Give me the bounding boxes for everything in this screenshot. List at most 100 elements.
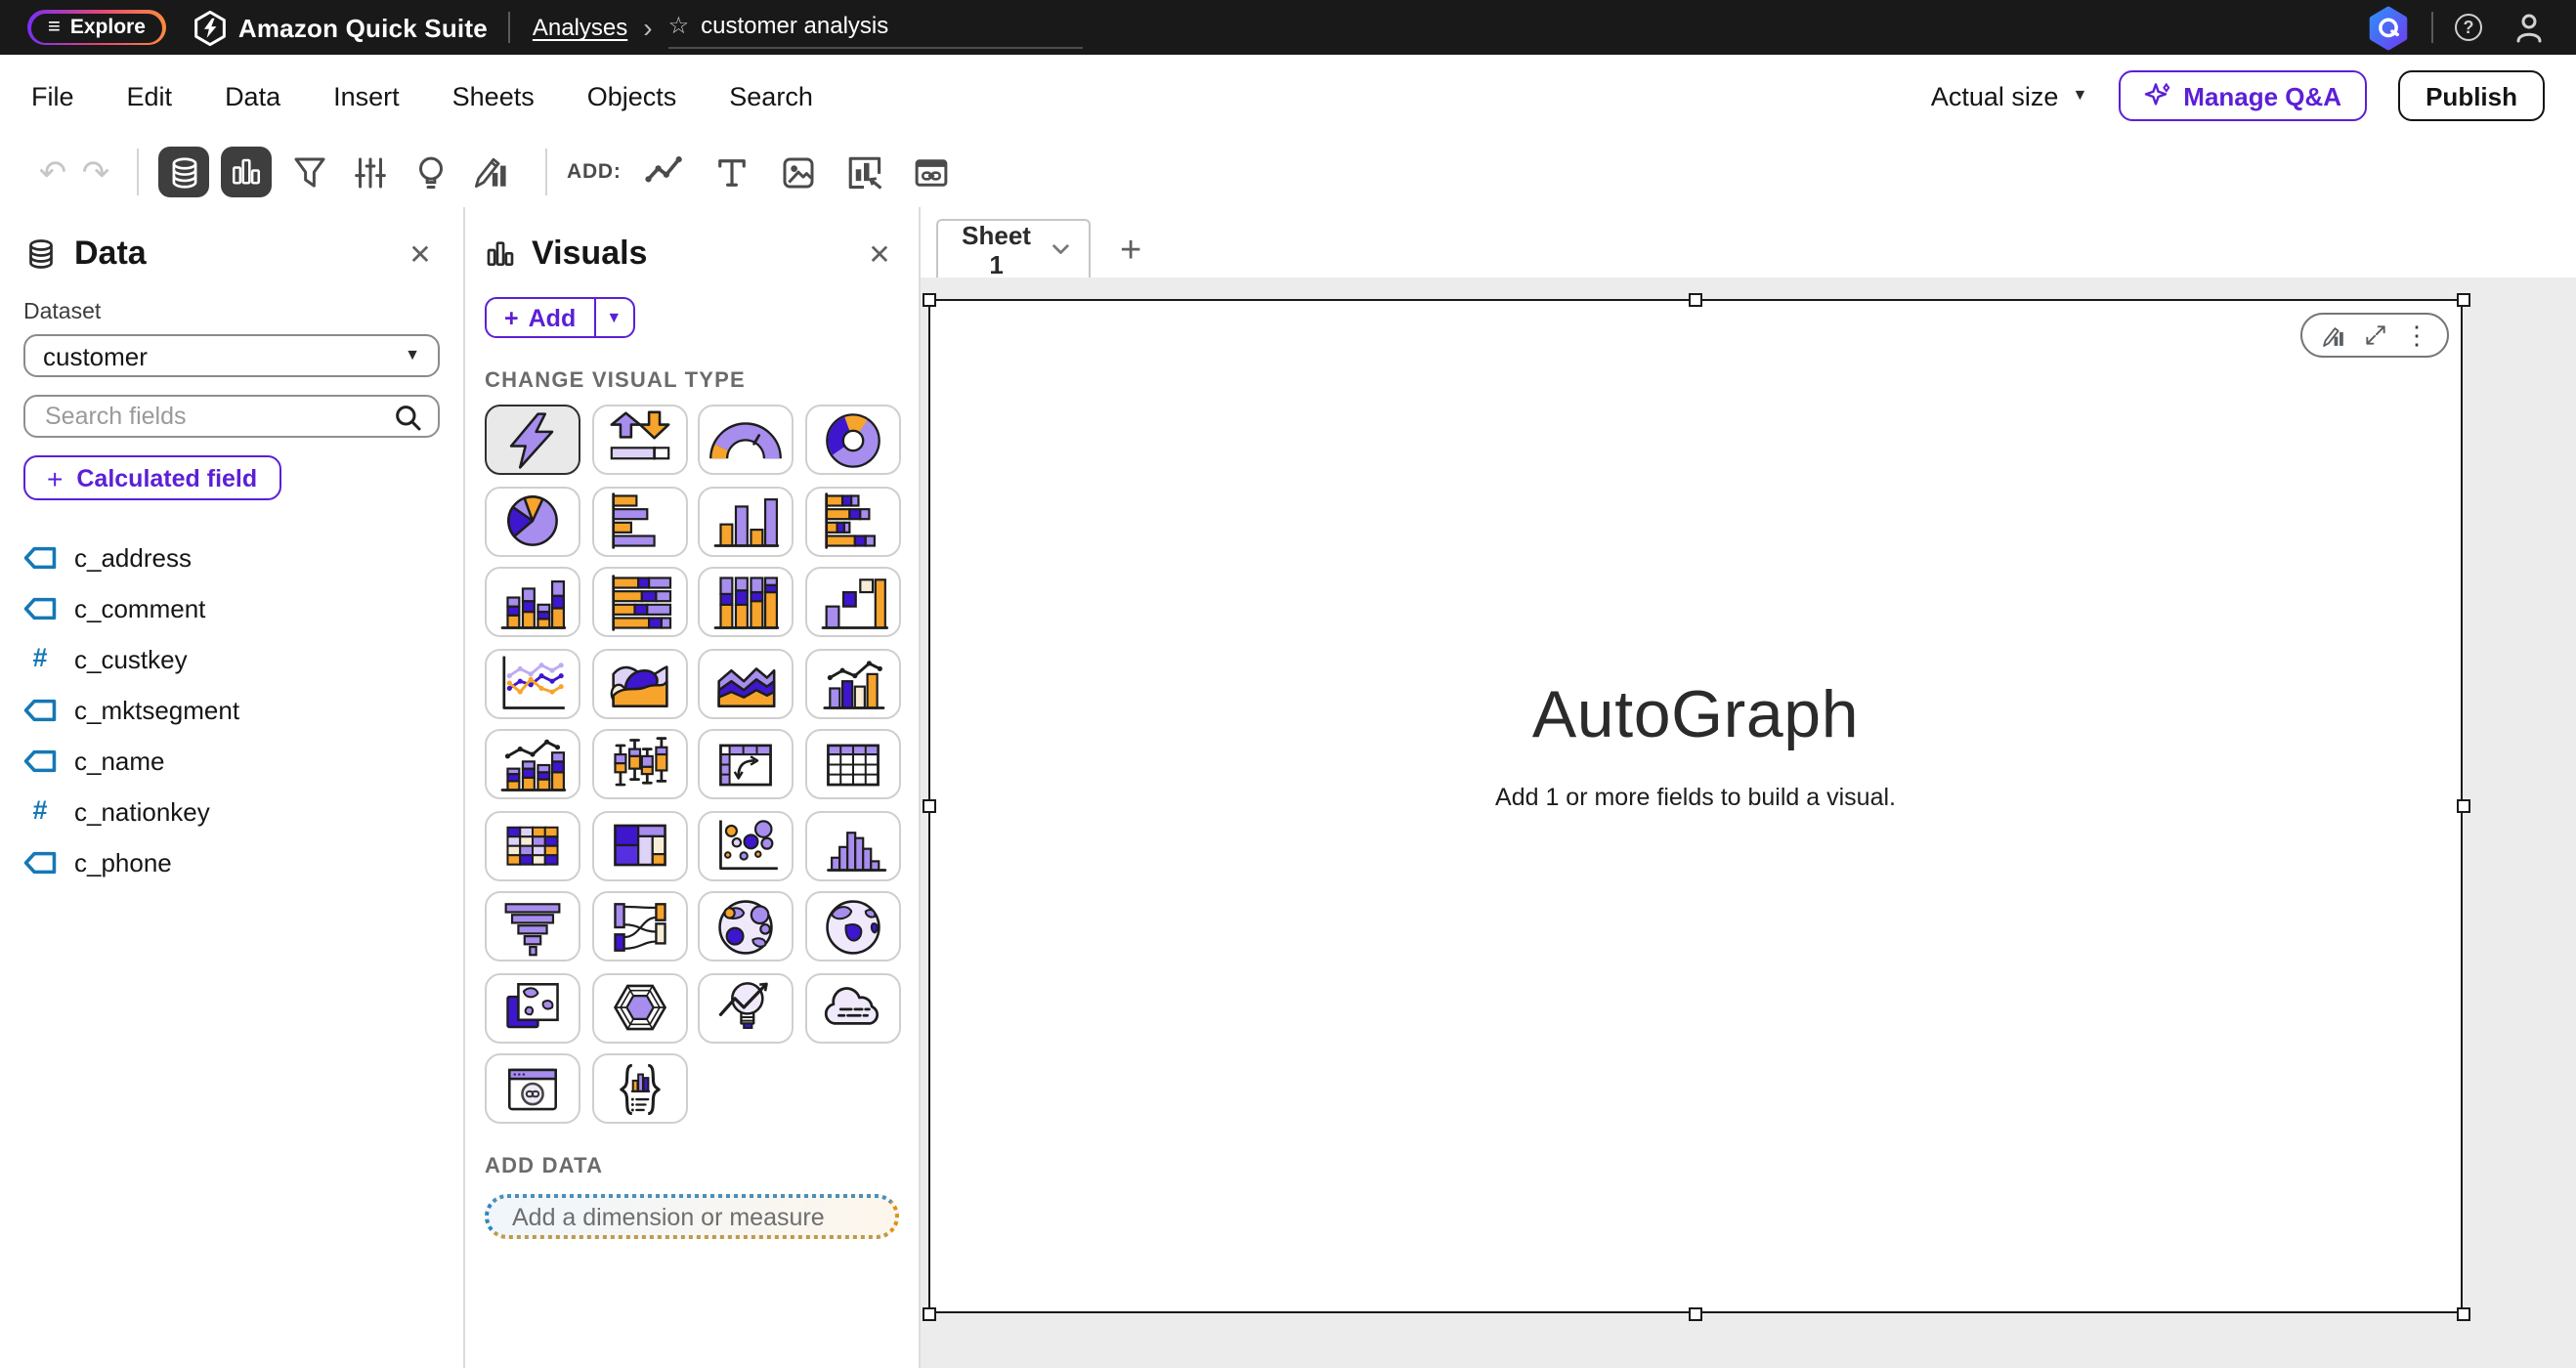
resize-handle-top-right[interactable] [2456, 292, 2469, 306]
close-visuals-panel-button[interactable]: ✕ [860, 235, 899, 274]
visual-type-word-cloud[interactable] [804, 972, 900, 1043]
sheet-canvas: Sheet 1 + [921, 207, 2576, 1368]
field-c_comment[interactable]: c_comment [23, 582, 440, 633]
edit-visuals-button[interactable] [465, 147, 516, 197]
field-c_phone[interactable]: c_phone [23, 836, 440, 887]
field-c_nationkey[interactable]: #c_nationkey [23, 786, 440, 836]
menu-data[interactable]: Data [225, 81, 280, 110]
string-field-icon [23, 544, 57, 570]
visual-type-waterfall[interactable] [804, 567, 900, 637]
funnel-icon [493, 896, 573, 957]
data-panel-toggle[interactable] [158, 147, 209, 197]
redo-button[interactable]: ↷ [74, 155, 117, 189]
visual-type-combo-bar-line[interactable] [804, 648, 900, 718]
add-sheet-button[interactable]: + [1120, 233, 1141, 270]
help-icon[interactable]: ? [2455, 14, 2482, 41]
brand[interactable]: Amazon Quick Suite [193, 9, 488, 46]
resize-handle-bottom-right[interactable] [2456, 1306, 2469, 1320]
visual-type-box-plot[interactable] [591, 729, 687, 799]
canvas-area[interactable]: ⋮ AutoGraph Add 1 or more fields to buil… [921, 278, 2576, 1368]
search-fields-input[interactable] [41, 401, 393, 432]
visual-type-funnel[interactable] [485, 891, 580, 962]
favorite-star-icon[interactable]: ☆ [668, 13, 690, 36]
visual-type-filled-map[interactable] [804, 891, 900, 962]
publish-button[interactable]: Publish [2398, 70, 2545, 121]
maximize-visual-button[interactable] [2363, 322, 2388, 348]
add-section-label: ADD: [567, 160, 622, 184]
visual-type-scatter[interactable] [698, 810, 794, 880]
undo-button[interactable]: ↶ [31, 155, 74, 189]
visuals-panel-toggle[interactable] [221, 147, 272, 197]
visual-type-heatmap[interactable] [485, 810, 580, 880]
visual-type-sankey[interactable] [591, 891, 687, 962]
field-c_address[interactable]: c_address [23, 532, 440, 582]
menu-search[interactable]: Search [729, 81, 813, 110]
visual-type-area[interactable] [591, 648, 687, 718]
menu-insert[interactable]: Insert [333, 81, 400, 110]
edit-visual-button[interactable] [2320, 321, 2347, 349]
add-visual-from-library-button[interactable] [840, 148, 889, 196]
sheet-tab[interactable]: Sheet 1 [936, 219, 1091, 278]
visual-type-vertical-stacked-bar[interactable] [485, 567, 580, 637]
visual-type-autograph[interactable] [485, 405, 580, 475]
resize-handle-bottom-left[interactable] [922, 1306, 935, 1320]
breadcrumb-analyses[interactable]: Analyses [533, 14, 627, 41]
menu-edit[interactable]: Edit [127, 81, 173, 110]
user-icon[interactable] [2513, 12, 2545, 43]
visual-type-treemap[interactable] [591, 810, 687, 880]
add-image-button[interactable] [774, 148, 823, 196]
visual-type-horizontal-stacked-100-bar[interactable] [591, 567, 687, 637]
visual-type-stacked-area[interactable] [698, 648, 794, 718]
add-dimension-or-measure-well[interactable]: Add a dimension or measure [485, 1194, 899, 1239]
insights-button[interactable] [405, 147, 455, 197]
visual-type-map[interactable] [485, 972, 580, 1043]
analysis-title-field[interactable]: ☆ customer analysis [668, 7, 1083, 48]
visual-type-pivot-table[interactable] [698, 729, 794, 799]
visual-type-horizontal-stacked-bar[interactable] [804, 486, 900, 556]
visual-options-menu-button[interactable]: ⋮ [2404, 322, 2429, 348]
field-c_name[interactable]: c_name [23, 735, 440, 786]
filter-button[interactable] [283, 147, 334, 197]
visual-type-pie[interactable] [485, 486, 580, 556]
add-visual-dropdown-button[interactable]: ▼ [593, 299, 632, 336]
visual-type-points-on-map[interactable] [698, 891, 794, 962]
visual-type-vertical-stacked-100-bar[interactable] [698, 567, 794, 637]
resize-handle-top-left[interactable] [922, 292, 935, 306]
visual-type-custom-visual[interactable] [485, 1053, 580, 1124]
autograph-icon [493, 409, 573, 470]
visual-type-donut[interactable] [804, 405, 900, 475]
visual-type-radar[interactable] [591, 972, 687, 1043]
resize-handle-bottom[interactable] [1689, 1306, 1702, 1320]
add-embed-button[interactable] [907, 148, 956, 196]
menu-sheets[interactable]: Sheets [452, 81, 535, 110]
visual-type-histogram[interactable] [804, 810, 900, 880]
visual-type-insights[interactable] [698, 972, 794, 1043]
field-c_mktsegment[interactable]: c_mktsegment [23, 684, 440, 735]
resize-handle-top[interactable] [1689, 292, 1702, 306]
explore-button[interactable]: ≡ Explore [30, 13, 163, 42]
visual-type-table[interactable] [804, 729, 900, 799]
visual-type-kpi[interactable] [591, 405, 687, 475]
add-visual-button[interactable] [641, 148, 690, 196]
menu-objects[interactable]: Objects [587, 81, 677, 110]
selected-visual[interactable]: ⋮ AutoGraph Add 1 or more fields to buil… [928, 299, 2463, 1313]
zoom-level-control[interactable]: Actual size ▼ [1931, 81, 2087, 110]
field-c_custkey[interactable]: #c_custkey [23, 633, 440, 684]
menu-file[interactable]: File [31, 81, 74, 110]
visual-type-horizontal-bar[interactable] [591, 486, 687, 556]
parameters-button[interactable] [344, 147, 395, 197]
add-visual-button[interactable]: + Add [487, 299, 593, 336]
add-data-label: ADD DATA [485, 1155, 899, 1178]
add-text-button[interactable] [708, 148, 756, 196]
close-data-panel-button[interactable]: ✕ [401, 235, 440, 274]
visual-type-combo-stacked-bar-line[interactable] [485, 729, 580, 799]
calculated-field-button[interactable]: + Calculated field [23, 455, 280, 500]
visual-type-line[interactable] [485, 648, 580, 718]
visual-type-vertical-bar[interactable] [698, 486, 794, 556]
dataset-select[interactable]: customer ▼ [23, 334, 440, 377]
visual-type-narrative[interactable] [591, 1053, 687, 1124]
manage-qa-button[interactable]: Manage Q&A [2119, 70, 2367, 121]
visual-type-gauge[interactable] [698, 405, 794, 475]
funnel-icon [288, 151, 329, 192]
q-assistant-icon[interactable] [2367, 5, 2410, 50]
